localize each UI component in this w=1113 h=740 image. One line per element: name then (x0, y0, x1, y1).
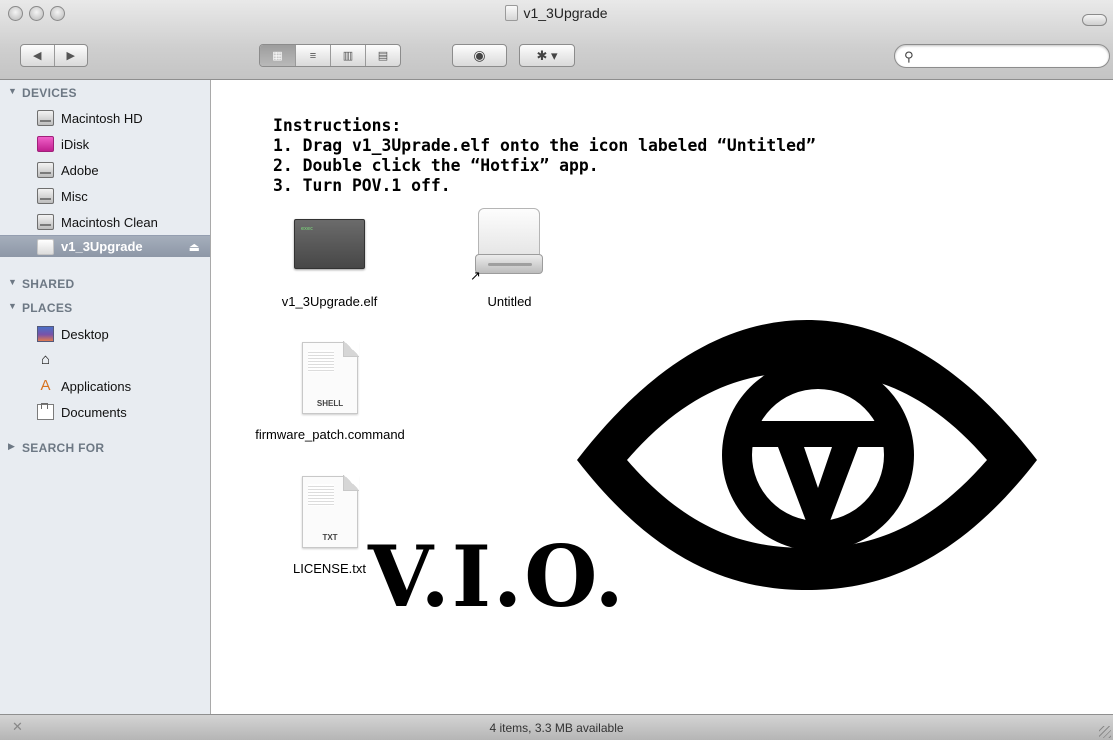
sidebar-item-macintosh-hd[interactable]: Macintosh HD (0, 107, 210, 129)
hard-drive-icon (37, 214, 54, 230)
file-label: firmware_patch.command (255, 427, 405, 442)
back-forward-control: ◀ ▶ (20, 44, 88, 67)
desktop-icon (37, 326, 54, 342)
toolbar-toggle-button[interactable] (1082, 14, 1107, 26)
sidebar-header-devices[interactable]: ▼ DEVICES (8, 86, 77, 100)
search-field[interactable]: ⚲ (894, 44, 1110, 68)
shell-document-icon: SHELL (302, 341, 359, 414)
alias-arrow-icon: ↗ (470, 268, 481, 283)
sidebar-item-documents[interactable]: Documents (0, 401, 210, 423)
home-icon: ⌂ (40, 351, 51, 368)
hard-drive-icon (37, 110, 54, 126)
window-title: v1_3Upgrade (0, 5, 1113, 21)
sidebar-item-home[interactable]: ⌂ (0, 349, 210, 371)
sidebar-item-adobe[interactable]: Adobe (0, 159, 210, 181)
drive-alias-icon: ↗ (470, 208, 543, 283)
title-toolbar: v1_3Upgrade ◀ ▶ ▦ ≡ ▥ ▤ ◉ ✱ ▾ ⚲ (0, 0, 1113, 80)
window-title-text: v1_3Upgrade (523, 5, 608, 21)
instructions-line: 2. Double click the “Hotfix” app. (273, 156, 599, 175)
instructions-line: Instructions: (273, 116, 402, 135)
applications-icon: A (40, 377, 51, 394)
documents-icon (37, 403, 54, 420)
finder-window: v1_3Upgrade ◀ ▶ ▦ ≡ ▥ ▤ ◉ ✱ ▾ ⚲ ▼ DEVICES (0, 0, 1113, 740)
sidebar-header-places[interactable]: ▼ PLACES (8, 301, 72, 315)
file-browser-area[interactable]: Instructions: 1. Drag v1_3Uprade.elf ont… (212, 80, 1113, 714)
file-label: v1_3Upgrade.elf (281, 294, 378, 309)
instructions-line: 1. Drag v1_3Uprade.elf onto the icon lab… (273, 136, 816, 155)
icon-view-button[interactable]: ▦ (260, 45, 296, 66)
disclosure-closed-icon: ▶ (8, 441, 16, 451)
back-button[interactable]: ◀ (21, 45, 55, 66)
quick-look-button[interactable]: ◉ (452, 44, 507, 67)
eye-icon: ◉ (473, 47, 486, 63)
sidebar-header-shared[interactable]: ▼ SHARED (8, 277, 74, 291)
disclosure-open-icon: ▼ (8, 277, 18, 287)
column-view-button[interactable]: ▥ (331, 45, 366, 66)
sidebar-item-misc[interactable]: Misc (0, 185, 210, 207)
action-menu-button[interactable]: ✱ ▾ (519, 44, 575, 67)
sidebar: ▼ DEVICES Macintosh HD iDisk Adobe Misc M… (0, 80, 211, 714)
eject-icon[interactable]: ⏏ (189, 240, 200, 254)
list-view-button[interactable]: ≡ (296, 45, 331, 66)
search-icon: ⚲ (904, 49, 914, 64)
vio-logo-text: V.I.O. (368, 527, 626, 626)
vio-eye-logo (577, 320, 1037, 590)
gear-icon: ✱ ▾ (536, 47, 558, 63)
instructions-background-text: Instructions: 1. Drag v1_3Uprade.elf ont… (273, 116, 816, 196)
sidebar-item-applications[interactable]: A Applications (0, 375, 210, 397)
status-bar: ✕ 4 items, 3.3 MB available (0, 714, 1113, 740)
text-document-icon: TXT (302, 475, 359, 548)
sidebar-item-macintosh-clean[interactable]: Macintosh Clean (0, 211, 210, 233)
idisk-icon (37, 136, 54, 152)
hard-drive-icon (37, 188, 54, 204)
instructions-line: 3. Turn POV.1 off. (273, 176, 451, 195)
disk-image-icon (505, 5, 519, 21)
sidebar-item-desktop[interactable]: Desktop (0, 323, 210, 345)
hard-drive-icon (37, 162, 54, 178)
forward-button[interactable]: ▶ (55, 45, 88, 66)
sidebar-item-idisk[interactable]: iDisk (0, 133, 210, 155)
file-label: Untitled (487, 294, 532, 309)
coverflow-view-button[interactable]: ▤ (366, 45, 400, 66)
resize-grip-icon[interactable] (1099, 726, 1111, 738)
view-mode-control: ▦ ≡ ▥ ▤ (259, 44, 401, 67)
status-text: 4 items, 3.3 MB available (489, 721, 624, 735)
unix-executable-icon: exec (294, 219, 365, 269)
disk-image-icon (37, 238, 54, 255)
disclosure-open-icon: ▼ (8, 86, 18, 96)
sidebar-item-v1-3upgrade[interactable]: v1_3Upgrade ⏏ (0, 235, 210, 257)
disclosure-open-icon: ▼ (8, 301, 18, 311)
sidebar-header-search-for[interactable]: ▶ SEARCH FOR (8, 441, 104, 455)
